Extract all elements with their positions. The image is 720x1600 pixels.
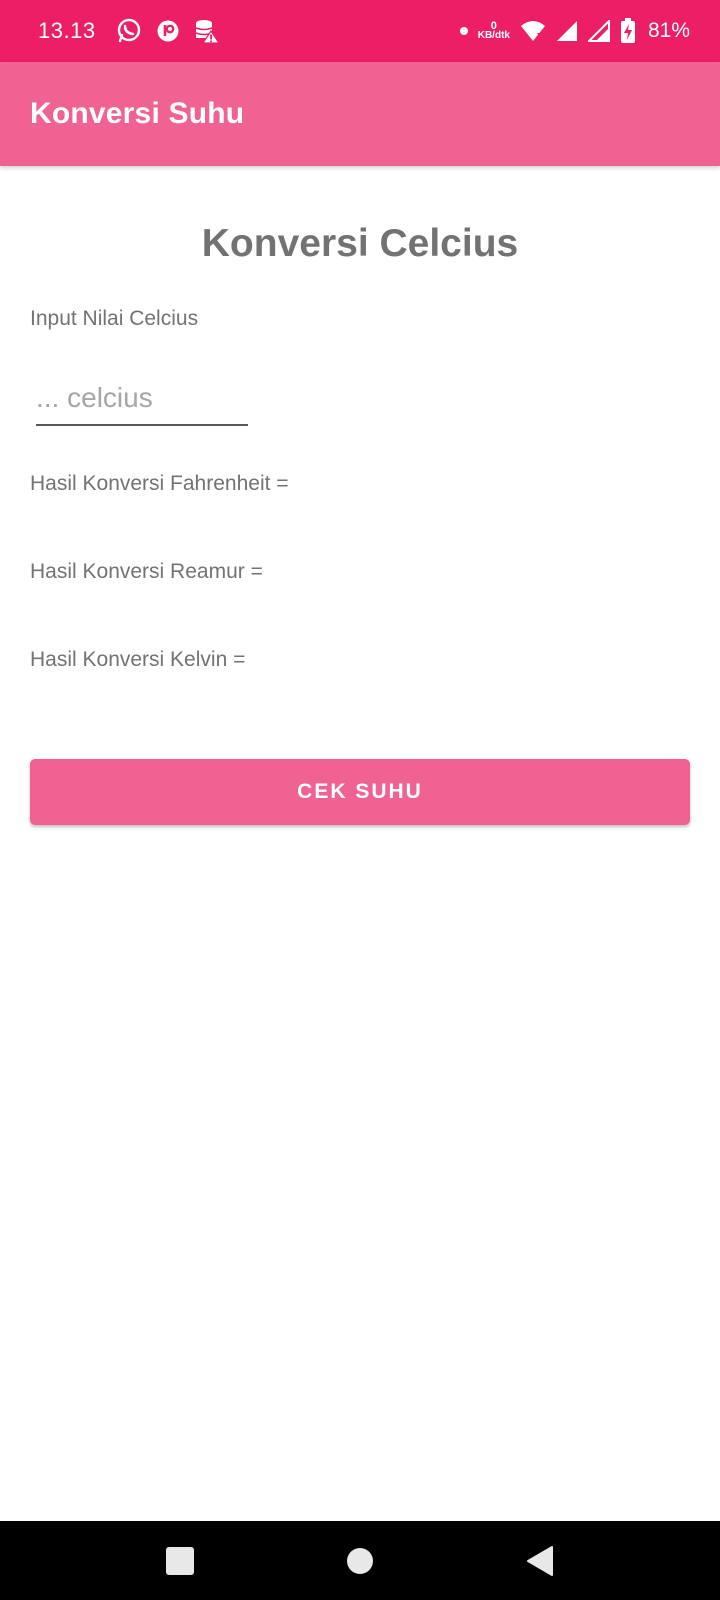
status-bar: 13.13 0 KB/dtk 81% — [0, 0, 720, 62]
navigation-bar — [0, 1521, 720, 1600]
signal-icon-2 — [587, 20, 610, 42]
app-bar: Konversi Suhu — [0, 62, 720, 166]
wifi-icon — [520, 20, 546, 42]
page-heading: Konversi Celcius — [201, 222, 519, 265]
back-triangle-icon — [527, 1545, 553, 1576]
dot-icon — [459, 27, 468, 35]
home-circle-icon — [347, 1547, 373, 1574]
status-right: 0 KB/dtk 81% — [459, 18, 690, 44]
network-speed: 0 KB/dtk — [478, 21, 510, 41]
battery-charging-icon — [620, 18, 636, 44]
recents-square-icon — [166, 1546, 194, 1575]
celcius-input-field[interactable] — [36, 378, 248, 426]
battery-percent: 81% — [647, 19, 690, 42]
whatsapp-icon — [116, 18, 142, 44]
recents-button[interactable] — [150, 1531, 210, 1591]
reamur-result-label: Hasil Konversi Reamur = — [30, 560, 263, 583]
app-title: Konversi Suhu — [30, 97, 245, 130]
kelvin-result-label: Hasil Konversi Kelvin = — [30, 648, 246, 671]
status-left: 13.13 — [38, 18, 220, 44]
signal-icon — [556, 20, 578, 42]
net-speed-unit: KB/dtk — [477, 30, 510, 41]
input-label: Input Nilai Celcius — [30, 307, 199, 330]
status-time: 13.13 — [38, 18, 96, 43]
back-button[interactable] — [510, 1531, 570, 1591]
fahrenheit-result-label: Hasil Konversi Fahrenheit = — [30, 472, 289, 495]
home-button[interactable] — [330, 1531, 390, 1591]
celcius-input[interactable] — [36, 378, 248, 424]
storage-warning-icon — [194, 18, 220, 44]
cek-suhu-button[interactable]: CEK SUHU — [30, 759, 690, 825]
app-icon — [156, 19, 180, 43]
